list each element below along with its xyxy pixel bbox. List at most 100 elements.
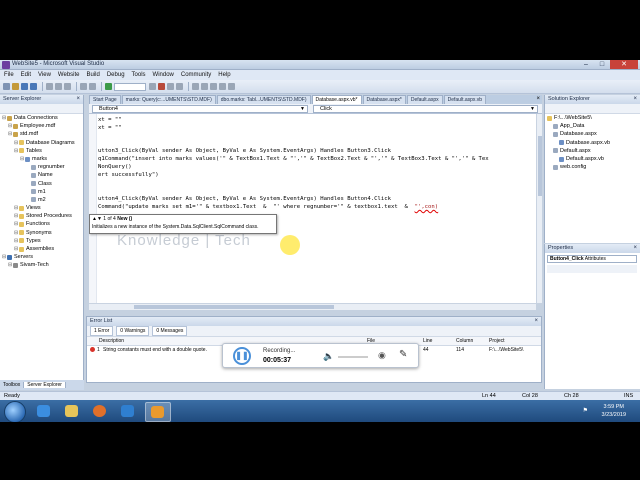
tab-server-explorer[interactable]: Server Explorer [24, 382, 66, 388]
pause-button[interactable]: ❚❚ [233, 347, 251, 365]
minimize-button[interactable]: – [578, 60, 594, 69]
document-tab[interactable]: Database.aspx* [362, 95, 406, 104]
error-list-close-icon[interactable]: × [534, 317, 538, 326]
solution-explorer-close-icon[interactable]: × [633, 95, 637, 104]
menu-edit[interactable]: Edit [21, 72, 31, 78]
taskbar-visual-studio[interactable] [145, 402, 171, 422]
solution-config-dropdown[interactable] [114, 82, 146, 91]
server-explorer-close-icon[interactable]: × [76, 95, 80, 104]
errors-filter-button[interactable]: 1 Error [90, 326, 114, 336]
code-editor[interactable]: xt = "" xt = "" utton3_Click(ByVal sende… [89, 114, 536, 303]
scroll-thumb[interactable] [538, 136, 542, 196]
cut-icon[interactable] [46, 83, 53, 90]
menu-view[interactable]: View [38, 72, 51, 78]
close-document-icon[interactable]: × [536, 95, 540, 104]
menu-window[interactable]: Window [153, 72, 174, 78]
taskbar-firefox[interactable] [88, 402, 112, 420]
tree-item[interactable]: m1 [0, 188, 83, 196]
column-column[interactable]: Column [456, 338, 473, 344]
document-tab[interactable]: Database.aspx.vb* [311, 95, 362, 104]
taskbar-media-player[interactable] [116, 402, 140, 420]
tree-item[interactable]: Name [0, 171, 83, 179]
class-name-dropdown[interactable]: Button4 ▼ [92, 105, 308, 113]
document-tab[interactable]: Default.aspx.vb [443, 95, 487, 104]
indent-icon[interactable] [210, 83, 217, 90]
menu-website[interactable]: Website [58, 72, 80, 78]
taskbar-internet-explorer[interactable] [32, 402, 56, 420]
menu-help[interactable]: Help [218, 72, 230, 78]
tab-toolbox[interactable]: Toolbox [0, 382, 25, 388]
action-center-icon[interactable]: ⚑ [583, 407, 588, 414]
bookmark-icon[interactable] [228, 83, 235, 90]
column-description[interactable]: Description [99, 338, 124, 344]
menu-community[interactable]: Community [181, 72, 211, 78]
tree-item[interactable]: m2 [0, 196, 83, 204]
column-project[interactable]: Project [489, 338, 505, 344]
save-all-icon[interactable] [30, 83, 37, 90]
menu-build[interactable]: Build [87, 72, 100, 78]
properties-object-selector[interactable]: Button4_Click Attributes [547, 255, 637, 263]
close-button[interactable]: ✕ [610, 60, 638, 69]
document-tab[interactable]: dbo.marks: Tabl...UMENTS\STD.MDF) [216, 95, 311, 104]
properties-close-icon[interactable]: × [633, 244, 637, 253]
document-tab[interactable]: marks: Query(c:...UMENTS\STD.MDF) [121, 95, 216, 104]
properties-icon[interactable] [167, 83, 174, 90]
messages-filter-button[interactable]: 0 Messages [152, 326, 188, 336]
tree-item[interactable]: ⊟ Tables [0, 147, 83, 155]
solution-tree-item[interactable]: App_Data [545, 122, 640, 130]
solution-tree-item[interactable]: Database.aspx.vb [545, 139, 640, 147]
solution-tree-item[interactable]: Default.aspx.vb [545, 155, 640, 163]
scroll-thumb[interactable] [134, 305, 334, 309]
menu-tools[interactable]: Tools [132, 72, 146, 78]
tree-item[interactable]: ⊟ Servers [0, 253, 83, 261]
tree-item[interactable]: ⊟ Types [0, 237, 83, 245]
solution-tree-item[interactable]: F:\...\WebSite5\ [545, 114, 640, 122]
uncomment-icon[interactable] [201, 83, 208, 90]
speaker-icon[interactable]: 🔈 [323, 351, 334, 362]
comment-icon[interactable] [192, 83, 199, 90]
find-icon[interactable] [149, 83, 156, 90]
column-line[interactable]: Line [423, 338, 432, 344]
maximize-button[interactable]: □ [594, 60, 610, 69]
outdent-icon[interactable] [219, 83, 226, 90]
paste-icon[interactable] [64, 83, 71, 90]
webcam-icon[interactable]: ◉ [378, 350, 386, 361]
warnings-filter-button[interactable]: 0 Warnings [116, 326, 150, 336]
tree-item[interactable]: ⊟ Assemblies [0, 245, 83, 253]
tree-item[interactable]: ⊟ Views [0, 204, 83, 212]
document-tab[interactable]: Start Page [89, 95, 121, 104]
tree-item[interactable]: regnumber [0, 163, 83, 171]
volume-slider[interactable] [338, 356, 368, 358]
tree-item[interactable]: ⊟ Stored Procedures [0, 212, 83, 220]
tree-item[interactable]: ⊟ Employee.mdf [0, 122, 83, 130]
start-button[interactable] [4, 401, 26, 422]
solution-explorer-icon[interactable] [176, 83, 183, 90]
toolbox-icon[interactable] [158, 83, 165, 90]
clock-date[interactable]: 3/23/2019 [602, 412, 626, 418]
save-icon[interactable] [21, 83, 28, 90]
clock-time[interactable]: 3:59 PM [604, 404, 624, 410]
menu-file[interactable]: File [4, 72, 14, 78]
menu-debug[interactable]: Debug [107, 72, 125, 78]
tree-item[interactable]: ⊟ marks [0, 155, 83, 163]
taskbar-file-explorer[interactable] [60, 402, 84, 420]
method-name-dropdown[interactable]: Click ▼ [313, 105, 538, 113]
start-debugging-icon[interactable] [105, 83, 112, 90]
solution-tree-item[interactable]: web.config [545, 163, 640, 171]
new-project-icon[interactable] [3, 83, 10, 90]
copy-icon[interactable] [55, 83, 62, 90]
tree-item[interactable]: ⊟ std.mdf [0, 130, 83, 138]
redo-icon[interactable] [89, 83, 96, 90]
pen-icon[interactable]: ✎ [399, 349, 407, 360]
tree-item[interactable]: ⊟ Database Diagrams [0, 139, 83, 147]
document-tab[interactable]: Default.aspx [406, 95, 443, 104]
open-file-icon[interactable] [12, 83, 19, 90]
editor-vertical-scrollbar[interactable] [536, 114, 542, 303]
tree-item[interactable]: Class [0, 180, 83, 188]
undo-icon[interactable] [80, 83, 87, 90]
solution-tree-item[interactable]: Default.aspx [545, 147, 640, 155]
tree-item[interactable]: ⊟ Data Connections [0, 114, 83, 122]
tree-item[interactable]: ⊟ Sivam-Tech [0, 261, 83, 269]
tree-item[interactable]: ⊟ Synonyms [0, 229, 83, 237]
overload-arrows-icon[interactable]: ▲▼ [92, 216, 102, 222]
